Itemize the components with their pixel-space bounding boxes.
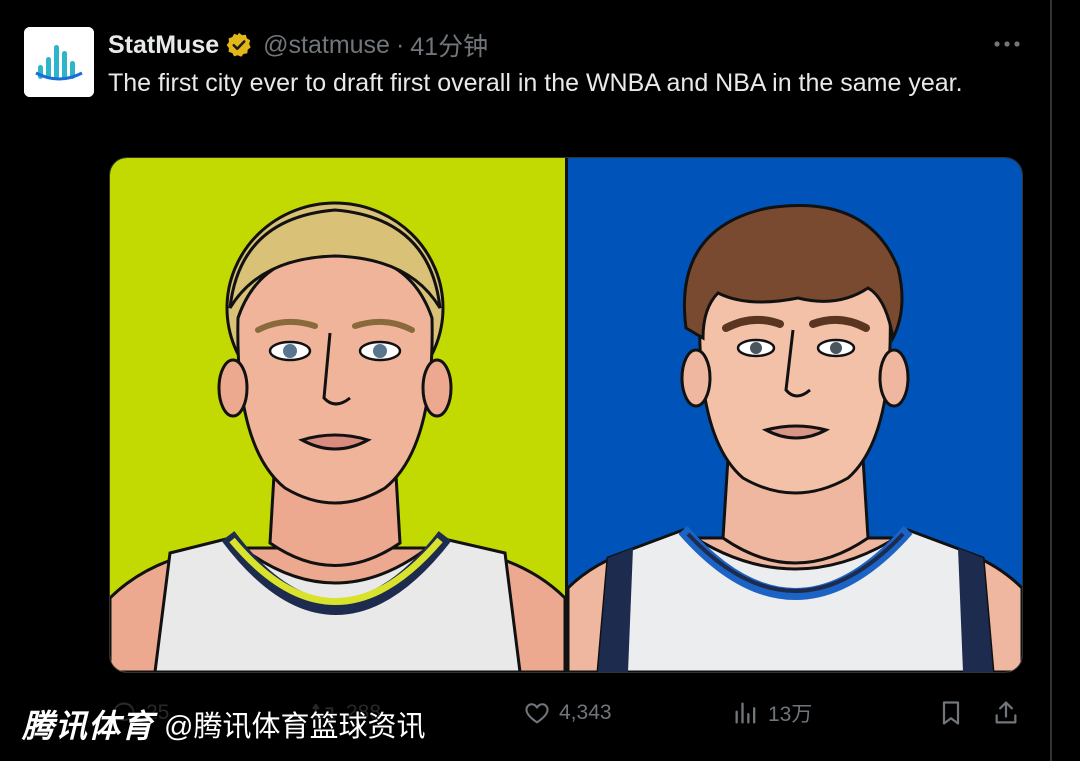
views-button[interactable]: 13万 [732, 690, 812, 736]
media-panel-right [566, 158, 1022, 672]
tweet-header: StatMuse @statmuse · 41分钟 [108, 27, 488, 63]
handle[interactable]: @statmuse [263, 31, 390, 60]
timestamp[interactable]: 41分钟 [410, 27, 488, 63]
statmuse-logo-icon [24, 27, 94, 97]
like-count: 4,343 [559, 701, 612, 724]
player-illustration-right [566, 204, 1022, 672]
player-illustration-left [110, 201, 567, 672]
timeline-border [1050, 0, 1052, 761]
bookmark-button[interactable] [937, 690, 965, 736]
display-name[interactable]: StatMuse [108, 31, 219, 60]
share-icon [995, 701, 1017, 724]
like-button[interactable]: 4,343 [523, 690, 612, 736]
watermark: 腾讯体育 @腾讯体育篮球资讯 [22, 700, 425, 748]
views-icon [735, 702, 756, 724]
bookmark-icon [942, 701, 960, 725]
verified-badge-icon [226, 32, 251, 57]
watermark-account: @腾讯体育篮球资讯 [164, 711, 426, 743]
more-icon [994, 41, 1020, 47]
share-button[interactable] [992, 690, 1020, 736]
tweet-media[interactable] [109, 157, 1023, 673]
avatar[interactable] [24, 27, 94, 97]
views-count: 13万 [768, 703, 813, 726]
like-icon [525, 703, 549, 724]
watermark-logo: 腾讯体育 [22, 708, 155, 744]
separator-dot: · [395, 30, 405, 59]
media-panel-left [110, 158, 567, 672]
more-options-button[interactable] [990, 30, 1024, 58]
tweet-text: The first city ever to draft first overa… [108, 69, 963, 97]
